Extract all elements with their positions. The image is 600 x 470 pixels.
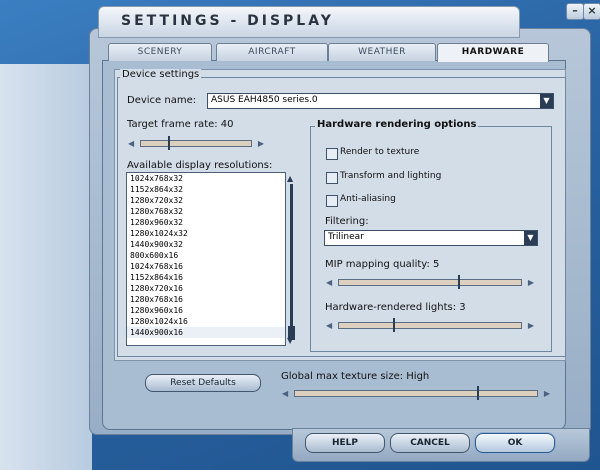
list-item[interactable]: 1280x1024x32	[127, 228, 285, 239]
slider-right-icon: ▶	[257, 139, 264, 148]
slider-track	[294, 390, 538, 397]
list-item[interactable]: 1440x900x32	[127, 239, 285, 250]
slider-track	[338, 322, 522, 329]
list-item[interactable]: 1280x720x16	[127, 283, 285, 294]
slider-thumb[interactable]	[393, 318, 396, 332]
reset-defaults-button[interactable]: Reset Defaults	[145, 374, 261, 392]
slider-thumb[interactable]	[168, 136, 170, 150]
slider-left-icon: ◀	[326, 278, 333, 287]
hardware-lights-label: Hardware-rendered lights: 3	[325, 302, 466, 313]
list-item[interactable]: 1152x864x32	[127, 184, 285, 195]
tab-weather[interactable]: WEATHER	[328, 43, 436, 61]
filtering-label: Filtering:	[325, 216, 369, 227]
slider-thumb[interactable]	[477, 386, 479, 400]
scroll-up-icon[interactable]: ▲	[287, 174, 293, 183]
global-texture-slider[interactable]: ◀ ▶	[282, 386, 550, 400]
title-bar: SETTINGS - DISPLAY	[98, 6, 520, 38]
device-name-dropdown[interactable]: ASUS EAH4850 series.0 ▼	[207, 93, 554, 109]
frame-rate-label: Target frame rate: 40	[127, 119, 234, 130]
tab-aircraft[interactable]: AIRCRAFT	[216, 43, 328, 61]
filtering-value: Trilinear	[328, 232, 364, 242]
list-item[interactable]: 1280x720x32	[127, 195, 285, 206]
anti-aliasing-checkbox[interactable]	[326, 195, 338, 207]
resolutions-label: Available display resolutions:	[127, 160, 273, 171]
anti-aliasing-label[interactable]: Anti-aliasing	[340, 194, 396, 204]
device-name-value: ASUS EAH4850 series.0	[211, 95, 318, 105]
cancel-button[interactable]: CANCEL	[390, 433, 470, 453]
device-settings-label: Device settings	[120, 69, 202, 80]
slider-track	[338, 279, 522, 286]
filtering-dropdown[interactable]: Trilinear ▼	[324, 230, 538, 246]
list-item[interactable]: 1024x768x16	[127, 261, 285, 272]
slider-right-icon: ▶	[543, 389, 550, 398]
tab-hardware[interactable]: HARDWARE	[437, 43, 549, 62]
list-item[interactable]: 1280x960x16	[127, 305, 285, 316]
frame-rate-slider[interactable]: ◀ ▶	[128, 136, 264, 150]
minimize-icon: –	[572, 4, 578, 17]
minimize-button[interactable]: –	[566, 3, 584, 20]
chevron-down-icon: ▼	[540, 94, 553, 108]
global-texture-label: Global max texture size: High	[281, 371, 430, 382]
list-item[interactable]: 1152x864x16	[127, 272, 285, 283]
hardware-lights-slider[interactable]: ◀ ▶	[326, 318, 534, 332]
list-item[interactable]: 1280x768x16	[127, 294, 285, 305]
transform-lighting-label[interactable]: Transform and lighting	[340, 171, 441, 181]
help-button[interactable]: HELP	[305, 433, 385, 453]
slider-left-icon: ◀	[282, 389, 289, 398]
list-item[interactable]: 1280x960x32	[127, 217, 285, 228]
slider-thumb[interactable]	[457, 275, 460, 289]
render-to-texture-checkbox[interactable]	[326, 148, 338, 160]
slider-right-icon: ▶	[527, 278, 534, 287]
slider-right-icon: ▶	[527, 321, 534, 330]
slider-left-icon: ◀	[128, 139, 135, 148]
scroll-down-icon[interactable]: ▼	[287, 336, 293, 345]
close-icon: ×	[587, 4, 597, 17]
list-item[interactable]: 800x600x16	[127, 250, 285, 261]
resolutions-scrollbar[interactable]: ▲ ▼	[287, 174, 296, 345]
chevron-down-icon: ▼	[524, 231, 537, 245]
resolutions-list[interactable]: 1024x768x32 1152x864x32 1280x720x32 1280x76…	[126, 172, 286, 346]
slider-left-icon: ◀	[326, 321, 333, 330]
scroll-track	[290, 184, 293, 338]
list-item[interactable]: 1440x900x16	[127, 327, 285, 338]
ok-button[interactable]: OK	[475, 433, 555, 453]
list-item[interactable]: 1024x768x32	[127, 173, 285, 184]
desktop-left-strip	[0, 64, 92, 470]
close-button[interactable]: ×	[583, 3, 600, 20]
render-to-texture-label[interactable]: Render to texture	[340, 147, 419, 157]
mip-quality-label: MIP mapping quality: 5	[325, 259, 440, 270]
device-name-label: Device name:	[127, 95, 197, 106]
mip-quality-slider[interactable]: ◀ ▶	[326, 275, 534, 289]
hardware-options-label: Hardware rendering options	[315, 119, 479, 130]
list-item[interactable]: 1280x768x32	[127, 206, 285, 217]
tab-scenery[interactable]: SCENERY	[108, 43, 212, 61]
transform-lighting-checkbox[interactable]	[326, 172, 338, 184]
list-item[interactable]: 1280x1024x16	[127, 316, 285, 327]
slider-track	[140, 140, 252, 147]
window-title: SETTINGS - DISPLAY	[121, 13, 334, 29]
